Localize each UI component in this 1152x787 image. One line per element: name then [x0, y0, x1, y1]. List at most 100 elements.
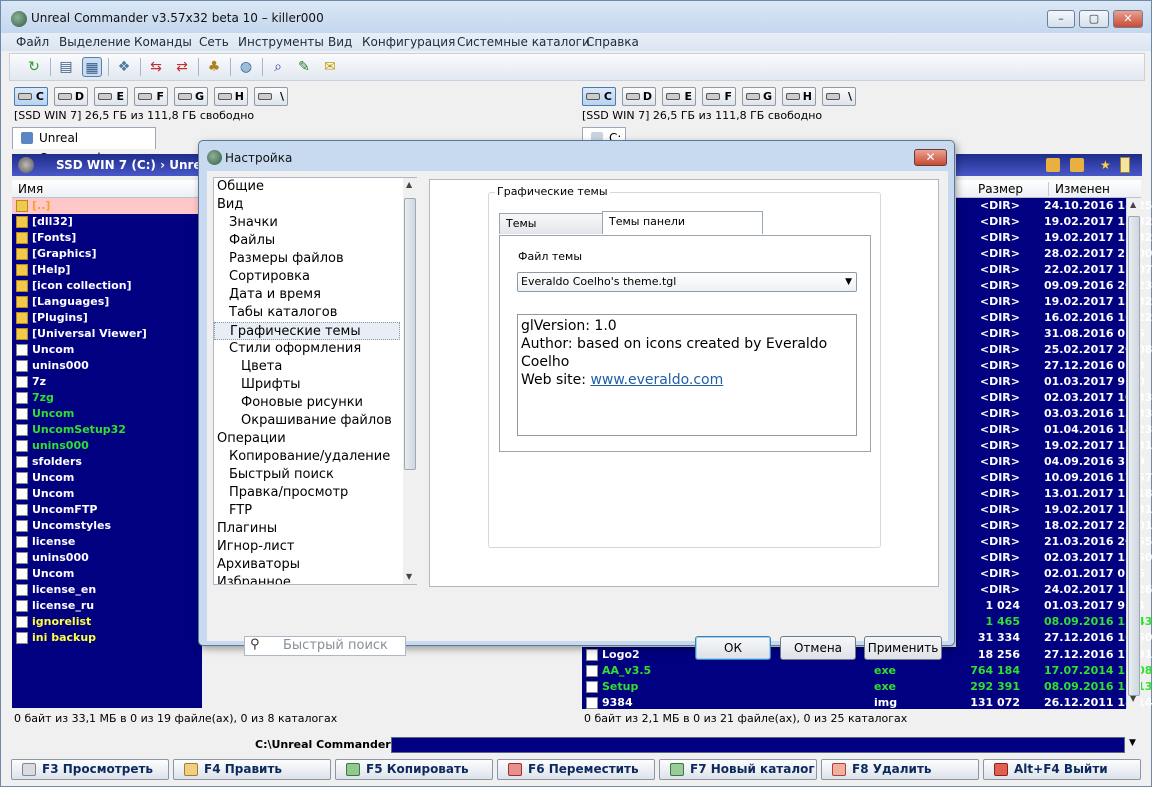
tree-item[interactable]: Табы каталогов — [214, 304, 400, 322]
ftp-icon[interactable]: ◍ — [236, 57, 256, 77]
list-item[interactable]: 9384 img 131 072 26.12.2011 18:14 — [582, 695, 1152, 711]
menu-commands[interactable]: Команды — [134, 35, 192, 49]
full-view-icon[interactable]: ▦ — [82, 57, 102, 77]
list-item[interactable]: <DIR> 24.02.2017 11:26 — [956, 582, 1152, 598]
list-item[interactable]: [Plugins] — [12, 310, 202, 326]
tree-item[interactable]: Графические темы — [214, 322, 400, 340]
drive-button-d[interactable]: D — [622, 87, 656, 106]
list-item[interactable]: <DIR> 16.02.2016 16:22 — [956, 310, 1152, 326]
drive-button-d[interactable]: D — [54, 87, 88, 106]
list-item[interactable]: <DIR> 10.09.2016 17:57 — [956, 470, 1152, 486]
list-item[interactable]: UncomFTP — [12, 502, 202, 518]
f5-copy-button[interactable]: F5 Копировать — [335, 759, 493, 780]
tree-item[interactable]: Быстрый поиск — [214, 466, 400, 484]
list-item[interactable]: [icon collection] — [12, 278, 202, 294]
list-item[interactable]: <DIR> 18.02.2017 23:01 — [956, 518, 1152, 534]
scroll-up-icon[interactable]: ▲ — [1130, 200, 1136, 209]
list-item[interactable]: <DIR> 22.02.2017 15:07 — [956, 262, 1152, 278]
list-item[interactable]: license — [12, 534, 202, 550]
tree-item[interactable]: Плагины — [214, 520, 400, 538]
list-item[interactable]: <DIR> 19.02.2017 13:31 — [956, 502, 1152, 518]
tab-program-themes[interactable]: Темы программы — [499, 213, 603, 249]
list-item[interactable]: <DIR> 27.12.2016 0:53 — [956, 358, 1145, 374]
name-column-header[interactable]: Имя — [18, 182, 43, 196]
list-item[interactable]: <DIR> 01.03.2017 9:10 — [956, 374, 1145, 390]
list-item[interactable]: <DIR> 01.04.2016 14:23 — [956, 422, 1152, 438]
tree-item[interactable]: Правка/просмотр — [214, 484, 400, 502]
list-item[interactable]: Uncom — [12, 486, 202, 502]
list-item[interactable]: <DIR> 21.03.2016 20:55 — [956, 534, 1152, 550]
list-item[interactable]: 7z — [12, 374, 202, 390]
tree-item[interactable]: Цвета — [214, 358, 400, 376]
list-item[interactable]: Uncom — [12, 406, 202, 422]
compare-icon[interactable]: ⇆ — [146, 57, 166, 77]
tree-item[interactable]: Окрашивание файлов — [214, 412, 400, 430]
drive-button-f[interactable]: F — [702, 87, 736, 106]
tree-item[interactable]: Архиваторы — [214, 556, 400, 574]
list-item[interactable]: sfolders — [12, 454, 202, 470]
right-file-list[interactable]: <DIR> 24.10.2016 18:25 <DIR> 19.02.2017 13:… — [956, 198, 1152, 648]
menu-tools[interactable]: Инструменты — [238, 35, 324, 49]
scroll-down-icon[interactable]: ▼ — [1130, 694, 1136, 703]
list-item[interactable]: <DIR> 02.01.2017 0:36 — [956, 566, 1145, 582]
up-dir-icon[interactable] — [1070, 158, 1084, 172]
left-folder-tab[interactable]: Unreal Commander — [12, 127, 156, 165]
list-item[interactable]: 7zg — [12, 390, 202, 406]
root-icon[interactable] — [1046, 158, 1060, 172]
refresh-icon[interactable]: ↻ — [24, 57, 44, 77]
quick-search-field[interactable]: ⚲ Быстрый поиск — [244, 636, 406, 656]
alt-f4-exit-button[interactable]: Alt+F4 Выйти — [983, 759, 1141, 780]
list-item[interactable]: <DIR> 25.02.2017 20:08 — [956, 342, 1152, 358]
list-item[interactable]: [Languages] — [12, 294, 202, 310]
tree-scrollbar[interactable]: ▲ ▼ — [403, 178, 417, 584]
list-item[interactable]: <DIR> 02.03.2017 13:50 — [956, 550, 1152, 566]
list-item[interactable]: 1 465 08.09.2016 13:43 — [956, 614, 1152, 630]
right-path-bar[interactable]: ★ — [956, 154, 1142, 176]
f7-new-folder-button[interactable]: F7 Новый каталог — [659, 759, 817, 780]
close-button[interactable]: ✕ — [1113, 10, 1143, 28]
tree-item[interactable]: Фоновые рисунки — [214, 394, 400, 412]
drive-button-e[interactable]: E — [662, 87, 696, 106]
history-icon[interactable] — [1120, 157, 1130, 173]
menu-file[interactable]: Файл — [16, 35, 49, 49]
drive-button-h[interactable]: H — [782, 87, 816, 106]
drive-button-g[interactable]: G — [174, 87, 208, 106]
tree-item[interactable]: Файлы — [214, 232, 400, 250]
list-item[interactable]: <DIR> 09.09.2016 20:23 — [956, 278, 1152, 294]
list-item[interactable]: [Universal Viewer] — [12, 326, 202, 342]
list-item[interactable]: ini backup — [12, 630, 202, 646]
tree-item[interactable]: Размеры файлов — [214, 250, 400, 268]
left-path-bar[interactable]: SSD WIN 7 (C:) › Unre — [12, 154, 202, 176]
apply-button[interactable]: Применить — [864, 636, 942, 660]
list-item[interactable]: unins000 — [12, 358, 202, 374]
command-history-dropdown-icon[interactable]: ▼ — [1129, 738, 1136, 748]
scroll-thumb[interactable] — [404, 198, 416, 470]
notes-icon[interactable]: ✉ — [320, 57, 340, 77]
tree-item[interactable]: Игнор-лист — [214, 538, 400, 556]
scroll-thumb[interactable] — [1128, 216, 1140, 696]
list-item[interactable]: 31 334 27.12.2016 16:50 — [956, 630, 1152, 646]
drive-button-e[interactable]: E — [94, 87, 128, 106]
menu-view[interactable]: Вид — [328, 35, 352, 49]
list-item[interactable]: <DIR> 04.09.2016 3:59 — [956, 454, 1145, 470]
scroll-up-icon[interactable]: ▲ — [406, 180, 412, 189]
size-column-header[interactable]: Размер — [978, 182, 1023, 196]
list-item[interactable]: <DIR> 24.10.2016 18:25 — [956, 198, 1152, 214]
list-item[interactable]: [..] — [12, 198, 202, 214]
search-icon[interactable]: ⌕ — [268, 57, 288, 77]
list-item[interactable]: ignorelist — [12, 614, 202, 630]
maximize-button[interactable]: ▢ — [1079, 10, 1109, 28]
list-item[interactable]: <DIR> 03.03.2016 13:33 — [956, 406, 1152, 422]
tree-item[interactable]: Операции — [214, 430, 400, 448]
tree-item[interactable]: Значки — [214, 214, 400, 232]
list-item[interactable]: unins000 — [12, 550, 202, 566]
theme-website-link[interactable]: www.everaldo.com — [590, 372, 723, 388]
menu-network[interactable]: Сеть — [199, 35, 229, 49]
network-drive-button[interactable]: \ — [822, 87, 856, 106]
menu-selection[interactable]: Выделение — [59, 35, 130, 49]
scroll-down-icon[interactable]: ▼ — [406, 572, 412, 581]
list-item[interactable]: Uncom — [12, 470, 202, 486]
list-item[interactable]: <DIR> 19.02.2017 13:32 — [956, 214, 1152, 230]
list-item[interactable]: unins000 — [12, 438, 202, 454]
menu-system-folders[interactable]: Системные каталоги — [457, 35, 590, 49]
